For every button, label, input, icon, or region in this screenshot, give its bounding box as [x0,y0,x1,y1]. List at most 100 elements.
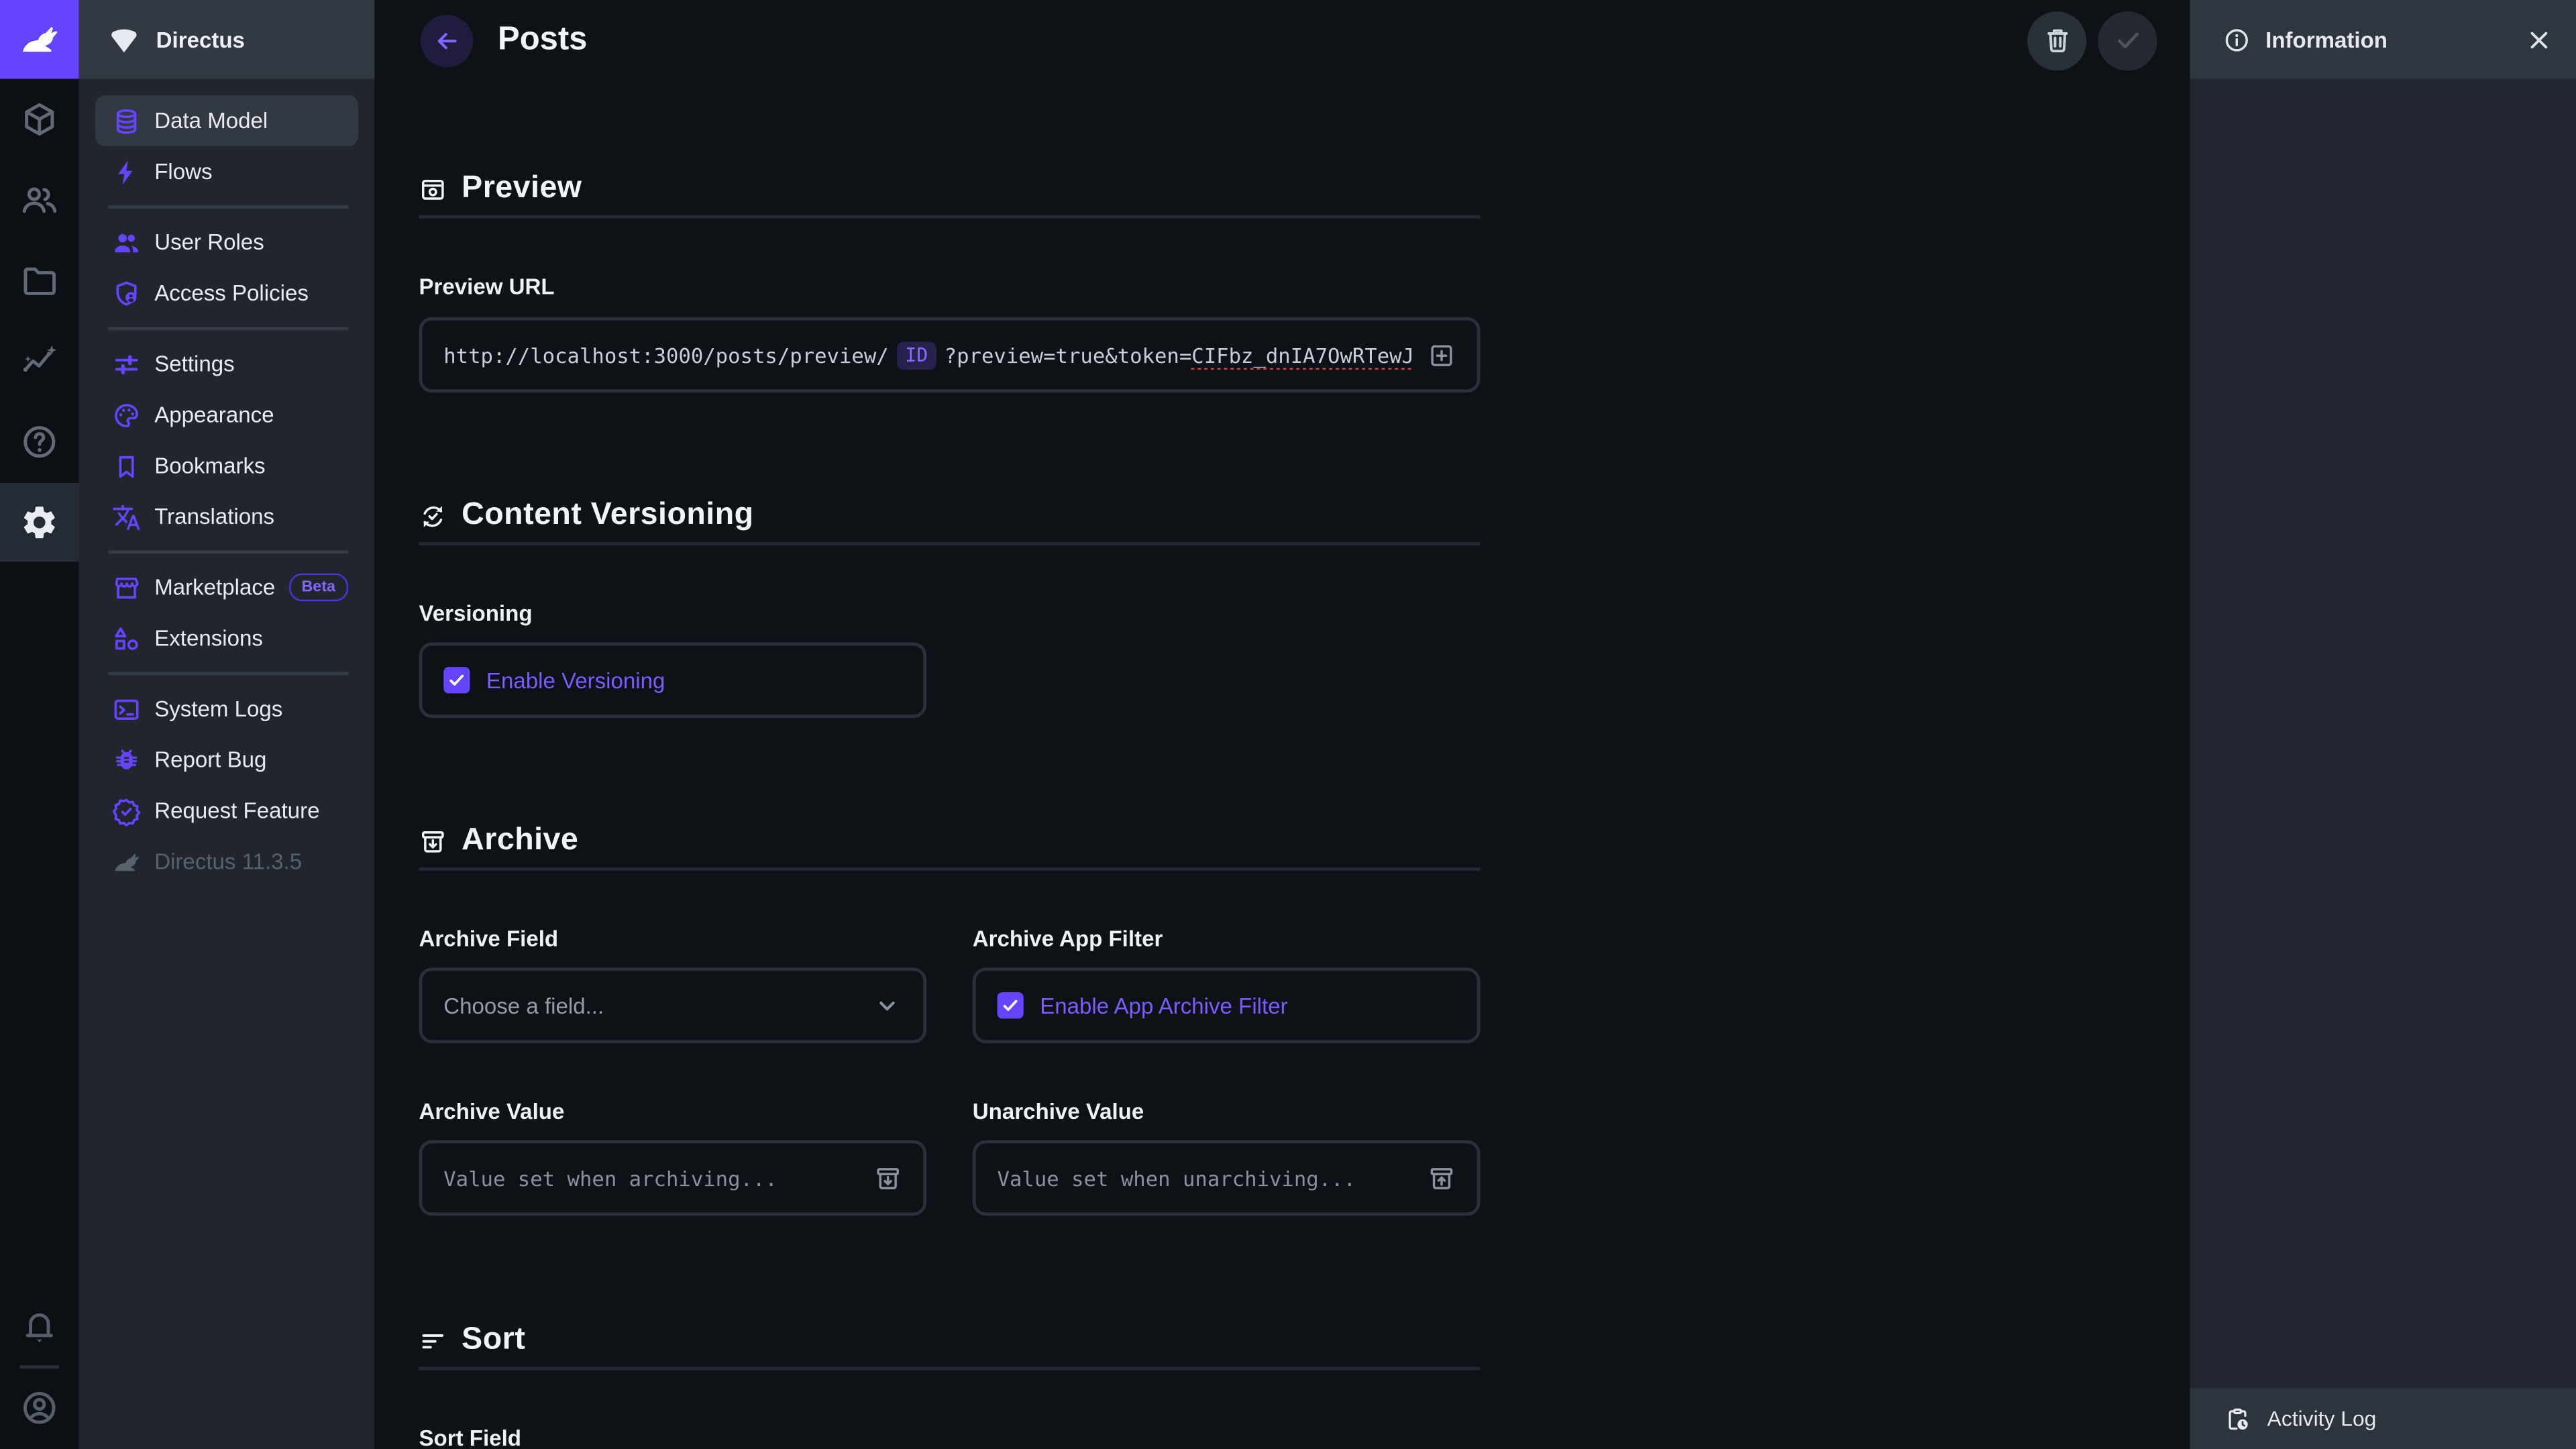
info-sidebar-header[interactable]: Information [2190,0,2576,79]
content-module-box-icon[interactable] [19,100,59,140]
archive-icon [419,827,447,855]
save-button[interactable] [2098,11,2157,70]
sort-field-label: Sort Field [419,1426,521,1449]
archive-value-label: Archive Value [419,1099,564,1124]
chevron-down-icon [872,991,902,1020]
checkbox-checked [998,992,1024,1018]
archive-app-filter-card: Enable App Archive Filter [973,967,1481,1043]
account-avatar-icon[interactable] [19,1388,59,1428]
notifications-bell-icon[interactable] [19,1307,59,1347]
preview-section-heading: Preview [419,171,582,207]
versioning-label: Versioning [419,601,532,626]
sidebar-item-label: Marketplace [154,575,275,600]
sidebar-item-user-roles[interactable]: User Roles [95,217,358,268]
sidebar-item-marketplace[interactable]: Marketplace Beta [95,562,358,613]
sidebar-item-extensions[interactable]: Extensions [95,612,358,663]
url-query: ?preview=true&token= [945,343,1192,368]
sidebar-item-flows[interactable]: Flows [95,146,358,197]
app-window: Directus Data Model Flows User Roles Acc… [0,0,2576,1449]
info-icon [2222,25,2251,54]
sidebar-item-access-policies[interactable]: Access Policies [95,268,358,319]
section-title: Content Versioning [462,498,753,534]
nav-list: Data Model Flows User Roles Access Polic… [79,79,375,888]
sync-check-icon [419,502,447,530]
settings-nav-sidebar: Directus Data Model Flows User Roles Acc… [79,0,375,1449]
sort-icon [419,1327,447,1355]
sidebar-item-label: Access Policies [154,281,309,306]
archive-value-input[interactable] [443,1166,861,1191]
id-variable-chip[interactable]: ID [897,341,936,369]
info-sidebar: Information Activity Log [2190,0,2576,1449]
unarchive-up-icon [1428,1164,1456,1192]
page-title: Posts [498,21,587,59]
sidebar-item-request-feature[interactable]: Request Feature [95,786,358,837]
users-module-people-icon[interactable] [19,180,59,220]
nav-divider [107,550,348,553]
sidebar-item-system-logs[interactable]: System Logs [95,684,358,735]
sidebar-item-bookmarks[interactable]: Bookmarks [95,440,358,491]
checkbox-checked [443,667,470,693]
check-icon [2112,25,2143,56]
database-icon [112,106,142,136]
section-divider [419,1367,1480,1371]
sidebar-item-report-bug[interactable]: Report Bug [95,735,358,786]
nav-divider [107,205,348,209]
url-prefix: http://localhost:3000/posts/preview/ [443,343,889,368]
project-name: Directus [156,27,245,52]
enable-versioning-checkbox[interactable]: Enable Versioning [443,667,665,693]
sidebar-item-translations[interactable]: Translations [95,491,358,542]
delete-collection-button[interactable] [2027,11,2086,70]
add-variable-icon[interactable] [1428,341,1456,369]
translate-icon [112,502,142,531]
directus-logo[interactable] [0,0,79,79]
section-divider [419,215,1480,219]
back-button[interactable] [421,14,473,66]
archive-down-icon [874,1164,902,1192]
tune-icon [112,349,142,378]
sidebar-item-label: Settings [154,352,234,376]
preview-url-input[interactable]: http://localhost:3000/posts/preview/ ID … [419,317,1480,393]
preview-url-value: http://localhost:3000/posts/preview/ ID … [443,341,1414,369]
section-title: Archive [462,823,578,859]
info-sidebar-title: Information [2265,27,2510,52]
activity-log-label: Activity Log [2267,1406,2377,1431]
help-icon[interactable] [19,422,59,462]
archive-value-field [419,1140,926,1216]
sidebar-item-label: Appearance [154,402,274,427]
checkbox-label: Enable Versioning [486,668,665,693]
enable-app-archive-filter-checkbox[interactable]: Enable App Archive Filter [998,992,1288,1018]
insights-module-icon[interactable] [19,341,59,381]
people-icon [112,227,142,257]
sort-section-heading: Sort [419,1322,525,1358]
verified-icon [112,796,142,826]
project-header[interactable]: Directus [79,0,375,79]
archive-app-filter-label: Archive App Filter [973,926,1163,951]
preview-icon [419,175,447,203]
beta-badge: Beta [288,574,349,600]
sidebar-item-label: Data Model [154,109,268,133]
directus-rabbit-icon [112,847,142,876]
preview-url-label: Preview URL [419,274,554,299]
project-fan-icon [107,22,141,56]
activity-log-button[interactable]: Activity Log [2190,1388,2576,1449]
section-divider [419,542,1480,545]
bookmark-icon [112,451,142,480]
check-icon [1000,996,1020,1015]
nav-divider [107,327,348,330]
archive-section-heading: Archive [419,823,578,859]
close-icon[interactable] [2525,25,2553,54]
sidebar-item-label: Extensions [154,626,263,651]
sidebar-item-settings[interactable]: Settings [95,338,358,389]
sidebar-item-data-model[interactable]: Data Model [95,95,358,146]
archive-field-label: Archive Field [419,926,558,951]
sidebar-item-appearance[interactable]: Appearance [95,389,358,440]
files-module-folder-icon[interactable] [19,261,59,301]
sidebar-item-label: Translations [154,504,274,529]
storefront-icon [112,572,142,602]
sidebar-item-label: Request Feature [154,798,319,823]
sidebar-item-label: System Logs [154,696,282,721]
header-actions [2027,11,2157,70]
unarchive-value-input[interactable] [998,1166,1415,1191]
settings-module-active[interactable] [0,483,79,562]
archive-field-select[interactable]: Choose a field... [419,967,926,1043]
